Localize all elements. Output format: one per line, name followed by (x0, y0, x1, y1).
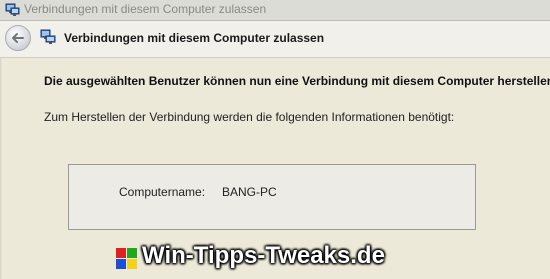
network-computer-icon (5, 3, 20, 16)
back-arrow-icon (12, 33, 24, 43)
page-title: Verbindungen mit diesem Computer zulasse… (64, 31, 325, 45)
logo-quadrant (116, 248, 126, 258)
network-computer-icon (40, 29, 56, 44)
computer-name-value: BANG-PC (222, 185, 277, 199)
watermark-text: Win-Tipps-Tweaks.de (142, 242, 385, 269)
logo-quadrant (127, 248, 137, 258)
logo-quadrant (127, 259, 137, 269)
navigation-bar: Verbindungen mit diesem Computer zulasse… (0, 21, 550, 58)
logo-quadrant (116, 259, 126, 269)
windows-logo-icon (116, 248, 138, 270)
info-text: Zum Herstellen der Verbindung werden die… (44, 110, 455, 124)
window-title-bar: Verbindungen mit diesem Computer zulasse… (0, 0, 550, 21)
confirmation-message: Die ausgewählten Benutzer können nun ein… (44, 74, 550, 88)
computer-info-box: Computername: BANG-PC (68, 164, 476, 230)
window-title: Verbindungen mit diesem Computer zulasse… (24, 2, 267, 16)
back-button[interactable] (5, 25, 31, 51)
watermark: Win-Tipps-Tweaks.de (116, 242, 385, 274)
computer-name-label: Computername: (119, 185, 206, 199)
